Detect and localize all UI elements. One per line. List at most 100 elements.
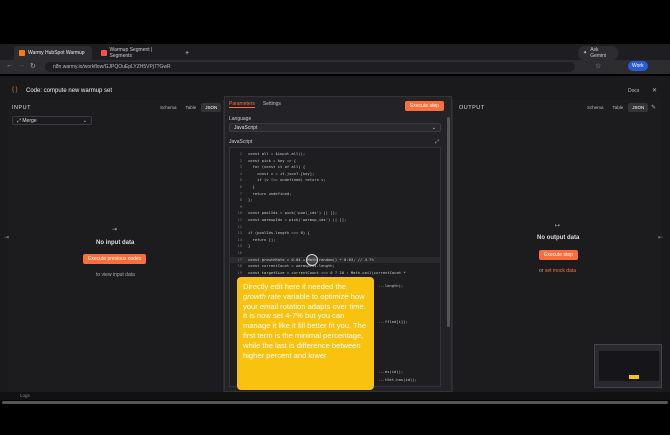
collapse-left-icon[interactable]: ⇥ — [4, 234, 9, 241]
panel-scrollbar[interactable] — [447, 117, 450, 327]
ask-gemini-button[interactable]: ✦ Ask Gemini — [578, 46, 618, 60]
mock-data-hint: or set mock data — [539, 268, 576, 274]
code-line: 12 — [230, 224, 440, 231]
merge-select[interactable]: ⤢ Merge ⌄ — [12, 116, 92, 125]
merge-select-value: Merge — [22, 118, 37, 124]
tab-table[interactable]: Table — [609, 103, 628, 112]
line-number: 10 — [237, 210, 242, 216]
input-arrow-icon: ⇥ — [112, 227, 118, 233]
forward-icon[interactable]: → — [18, 62, 25, 69]
line-text: const warmupIds = pick('warmup_ids') || … — [248, 216, 347, 222]
line-number: 9 — [239, 203, 242, 209]
line-number: 8 — [239, 197, 242, 203]
language-select[interactable]: JavaScript ⌄ — [229, 123, 441, 132]
code-line: 14 return []; — [230, 237, 440, 244]
line-text: if (v !== undefined) return v; — [248, 177, 326, 183]
execute-step-button[interactable]: Execute step — [405, 101, 444, 111]
tab-label: Warmy HubSpot Warmup — [28, 50, 85, 56]
line-number: 6 — [239, 183, 242, 189]
code-fragment: ...es(id)); — [378, 369, 404, 374]
new-tab-icon[interactable]: + — [180, 46, 190, 60]
code-line: 6 } — [230, 184, 440, 191]
tab-json[interactable]: JSON — [628, 103, 649, 112]
line-text: const currentCount = warmupIds.length; — [248, 263, 335, 269]
line-text: } — [248, 183, 255, 189]
line-number: 15 — [237, 243, 242, 249]
docs-link[interactable]: Docs — [628, 88, 639, 94]
line-text: const v = it.json?.[key]; — [248, 170, 315, 176]
address-bar: ← → ↻ n8n.warmy.io/workflow/GJPQOuEpLYZH… — [0, 60, 670, 74]
tab-schema[interactable]: Schema — [156, 103, 181, 112]
code-line: 9 — [230, 204, 440, 211]
gemini-icon: ✦ — [583, 50, 588, 56]
code-label: JavaScript — [229, 139, 253, 145]
horizontal-scrollbar[interactable] — [2, 401, 668, 404]
tab-parameters[interactable]: Parameters — [229, 101, 255, 108]
code-line: 16 — [230, 250, 440, 257]
collapse-right-icon[interactable]: ⇤ — [658, 234, 663, 241]
line-text: }; — [248, 197, 253, 203]
execute-previous-nodes-button[interactable]: Execute previous nodes — [83, 254, 147, 264]
profile-button[interactable]: Work — [628, 61, 648, 71]
output-view-tabs: Schema Table JSON — [583, 103, 649, 112]
no-input-title: No input data — [96, 240, 135, 246]
expand-icon[interactable]: ⤢ — [435, 139, 439, 145]
code-fragment: ...ffled[i]]; — [378, 319, 408, 324]
line-number: 4 — [239, 170, 242, 176]
chevron-down-icon: ⌄ — [431, 125, 436, 131]
line-number: 18 — [237, 263, 242, 269]
line-text: return []; — [248, 236, 276, 242]
language-value: JavaScript — [234, 125, 258, 131]
line-text: const all = $input.all(); — [248, 151, 306, 156]
tab-schema[interactable]: Schema — [583, 103, 608, 112]
input-title: INPUT — [12, 105, 31, 111]
line-number: 16 — [237, 249, 242, 255]
parameter-tabs: Parameters Settings — [229, 101, 281, 108]
status-bar: Logs — [0, 392, 670, 400]
execute-step-button-right[interactable]: Execute step — [539, 250, 578, 260]
back-icon[interactable]: ← — [6, 62, 13, 69]
url-field[interactable]: n8n.warmy.io/workflow/GJPQOuEpLYZH5VPj7?… — [45, 62, 575, 72]
set-mock-data-link[interactable]: set mock data — [545, 268, 576, 274]
tab-json[interactable]: JSON — [201, 103, 222, 112]
language-label: Language — [229, 116, 252, 122]
code-line: 13 if (poolIds.length === 0) { — [230, 230, 440, 237]
tab-table[interactable]: Table — [182, 103, 201, 112]
video-thumbnail — [594, 344, 662, 388]
n8n-favicon-icon — [101, 50, 107, 56]
code-line: 7 return undefined; — [230, 191, 440, 198]
tooltip-text: Directly edit here if needed the — [243, 282, 346, 291]
line-number: 7 — [239, 190, 242, 196]
code-fragment: ...length); — [378, 283, 404, 288]
browser-tab[interactable]: Warmup Segment | Segments — [96, 46, 176, 60]
tab-label: Warmup Segment | Segments — [109, 47, 153, 59]
cursor-highlight-icon — [306, 254, 318, 266]
line-number: 14 — [237, 236, 242, 242]
code-line: 15} — [230, 243, 440, 250]
node-title: Code: compute new warmup set — [26, 88, 113, 94]
code-fragment: ...tSet.has(id)); — [378, 377, 417, 382]
browser-tab-active[interactable]: Warmy HubSpot Warmup — [14, 46, 92, 60]
close-icon[interactable]: ✕ — [652, 87, 657, 94]
line-text: if (poolIds.length === 0) { — [248, 230, 310, 236]
tab-settings[interactable]: Settings — [263, 101, 281, 108]
code-line: 19 const targetSize = currentCount === 0 … — [230, 270, 440, 277]
reload-icon[interactable]: ↻ — [30, 62, 36, 70]
code-line: 1 const all = $input.all(); — [230, 151, 440, 158]
code-line: 4 const v = it.json?.[key]; — [230, 171, 440, 178]
line-number: 5 — [239, 177, 242, 183]
code-line: 5 if (v !== undefined) return v; — [230, 177, 440, 184]
no-output-title: No output data — [537, 235, 580, 241]
thumbnail-tooltip-marker — [629, 375, 639, 379]
code-line: 18 const currentCount = warmupIds.length; — [230, 263, 440, 270]
edit-pencil-icon[interactable]: ✎ — [651, 104, 656, 111]
code-icon: { } — [12, 87, 18, 93]
line-number: 3 — [239, 164, 242, 170]
line-number: 2 — [239, 157, 242, 163]
line-number: 19 — [237, 269, 242, 275]
bookmark-star-icon[interactable]: ☆ — [595, 62, 601, 70]
chevron-down-icon: ⌄ — [82, 118, 87, 124]
logs-toggle[interactable]: Logs — [20, 393, 30, 398]
input-hint: to view input data — [96, 272, 135, 278]
hubspot-favicon-icon — [19, 50, 25, 56]
